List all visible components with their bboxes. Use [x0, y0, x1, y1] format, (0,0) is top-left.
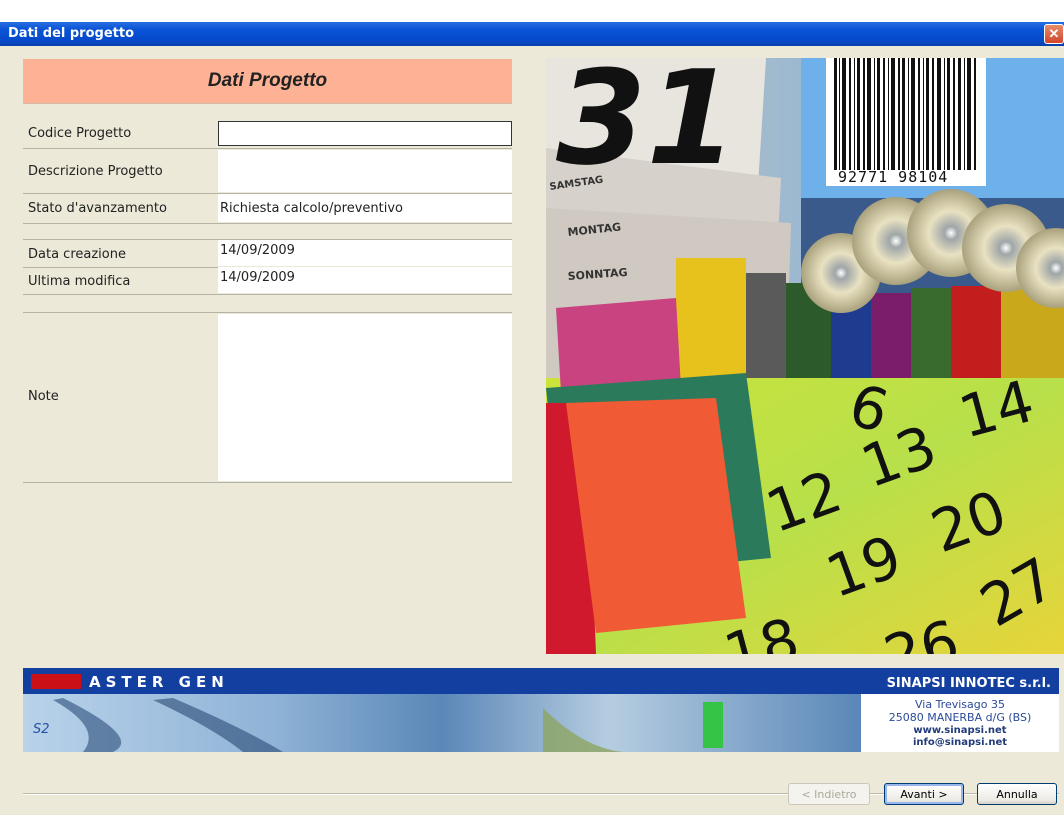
form-header: Dati Progetto: [23, 59, 512, 104]
close-icon: ✕: [1048, 26, 1060, 41]
row-descrizione-progetto: Descrizione Progetto: [23, 148, 512, 194]
calendar-day-number: 31: [556, 58, 737, 194]
back-button-label: < Indietro: [801, 788, 857, 801]
row-stato-avanzamento: Stato d'avanzamento Richiesta calcolo/pr…: [23, 193, 512, 224]
stato-avanzamento-field[interactable]: Richiesta calcolo/preventivo: [218, 194, 512, 222]
window-title-bar[interactable]: Dati del progetto ✕: [0, 22, 1064, 46]
collage-graphic: 31 SAMSTAG MONTAG SONNTAG 92771 98104 6 …: [546, 58, 1064, 654]
note-label: Note: [28, 389, 59, 404]
ultima-modifica-value: 14/09/2009: [220, 270, 295, 285]
cancel-button[interactable]: Annulla: [977, 783, 1057, 805]
ultima-modifica-field: 14/09/2009: [218, 267, 512, 293]
row-ultima-modifica: Ultima modifica 14/09/2009: [23, 267, 512, 295]
company-name: SINAPSI INNOTEC s.r.l.: [887, 676, 1051, 691]
data-creazione-value: 14/09/2009: [220, 243, 295, 258]
product-name: ASTER GEN: [89, 673, 229, 691]
codice-progetto-label: Codice Progetto: [28, 126, 132, 141]
back-button[interactable]: < Indietro: [788, 783, 870, 805]
descrizione-progetto-field[interactable]: [218, 150, 512, 192]
company-banner: ASTER GEN SINAPSI INNOTEC s.r.l. S2 Via …: [23, 668, 1059, 779]
codice-progetto-input[interactable]: [218, 121, 512, 146]
banner-logo-mark: S2: [33, 722, 50, 737]
cancel-button-label: Annulla: [996, 788, 1038, 801]
next-button[interactable]: Avanti >: [884, 783, 964, 805]
descrizione-progetto-label: Descrizione Progetto: [28, 164, 163, 179]
next-button-label: Avanti >: [900, 788, 948, 801]
data-creazione-field: 14/09/2009: [218, 240, 512, 266]
project-collage-image: 31 SAMSTAG MONTAG SONNTAG 92771 98104 6 …: [546, 58, 1064, 654]
company-address-line2: 25080 MANERBA d/G (BS): [889, 711, 1032, 724]
stato-avanzamento-label: Stato d'avanzamento: [28, 201, 167, 216]
ultima-modifica-label: Ultima modifica: [28, 274, 131, 289]
close-button[interactable]: ✕: [1044, 24, 1064, 44]
company-website: www.sinapsi.net: [913, 725, 1006, 736]
title-bar-area: Dati del progetto ✕: [0, 0, 1064, 46]
company-email: info@sinapsi.net: [913, 737, 1007, 748]
company-address-line1: Via Trevisago 35: [915, 698, 1005, 711]
banner-graphic: ASTER GEN SINAPSI INNOTEC s.r.l. S2 Via …: [23, 668, 1059, 752]
row-note: Note: [23, 313, 512, 483]
row-codice-progetto: Codice Progetto: [23, 119, 512, 149]
window-title: Dati del progetto: [8, 26, 134, 41]
stato-avanzamento-value: Richiesta calcolo/preventivo: [220, 201, 403, 216]
barcode-digits: 92771 98104: [838, 168, 948, 186]
data-creazione-label: Data creazione: [28, 247, 126, 262]
note-textarea[interactable]: [218, 314, 512, 481]
form-header-title: Dati Progetto: [207, 70, 328, 91]
row-data-creazione: Data creazione 14/09/2009: [23, 240, 512, 268]
